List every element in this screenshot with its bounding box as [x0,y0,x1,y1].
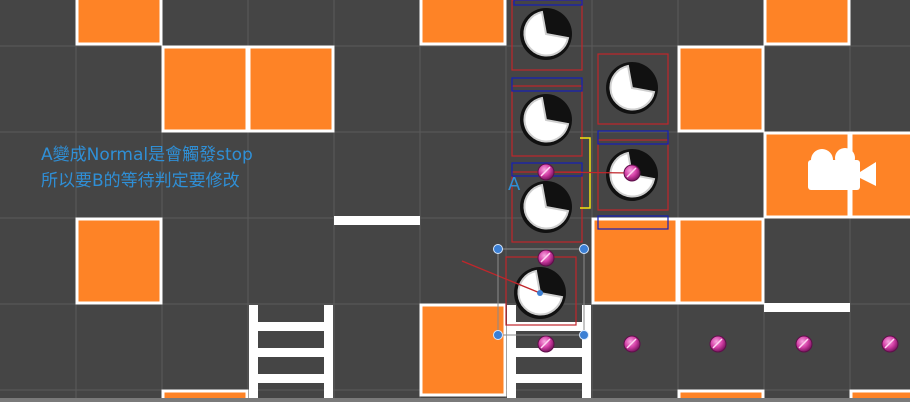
pacman-sprite-icon[interactable] [605,61,659,115]
wall-tile [75,0,163,46]
waypoint-dot-icon[interactable] [537,163,555,181]
waypoint-dot-icon[interactable] [709,335,727,353]
wall-tiles [75,0,910,402]
waypoint-dot-icon[interactable] [623,335,641,353]
wall-tile [677,217,765,305]
waypoint-dot-icon[interactable] [795,335,813,353]
pacman-sprite-icon[interactable] [519,7,573,61]
annotation-line: A變成Normal是會觸發stop [41,145,253,165]
ladder-tile [249,305,333,402]
pacman-sprite-icon[interactable] [519,180,573,234]
game-scene-view[interactable] [0,0,910,402]
waypoint-dot-icon[interactable] [881,335,899,353]
waypoint-dot-icon[interactable] [537,249,555,267]
wall-tile [247,45,335,133]
platform [764,303,850,312]
wall-tile [75,217,163,305]
wall-tile [591,217,679,305]
scene-bottom-border [0,398,910,402]
wall-tile [763,0,851,46]
annotation-note: A變成Normal是會觸發stop 所以要B的等待判定要修改 [41,142,253,194]
wall-tile [677,45,765,133]
wall-tile [161,45,249,133]
pacman-sprite-icon[interactable] [519,93,573,147]
wall-tile [419,303,507,397]
platform [334,216,420,225]
waypoint-dot-icon[interactable] [537,335,555,353]
annotation-line: 所以要B的等待判定要修改 [41,171,240,191]
ladder-tile [507,305,591,402]
waypoint-dot-icon[interactable] [623,164,641,182]
actor-label: A [508,174,521,195]
wall-tile [419,0,507,46]
